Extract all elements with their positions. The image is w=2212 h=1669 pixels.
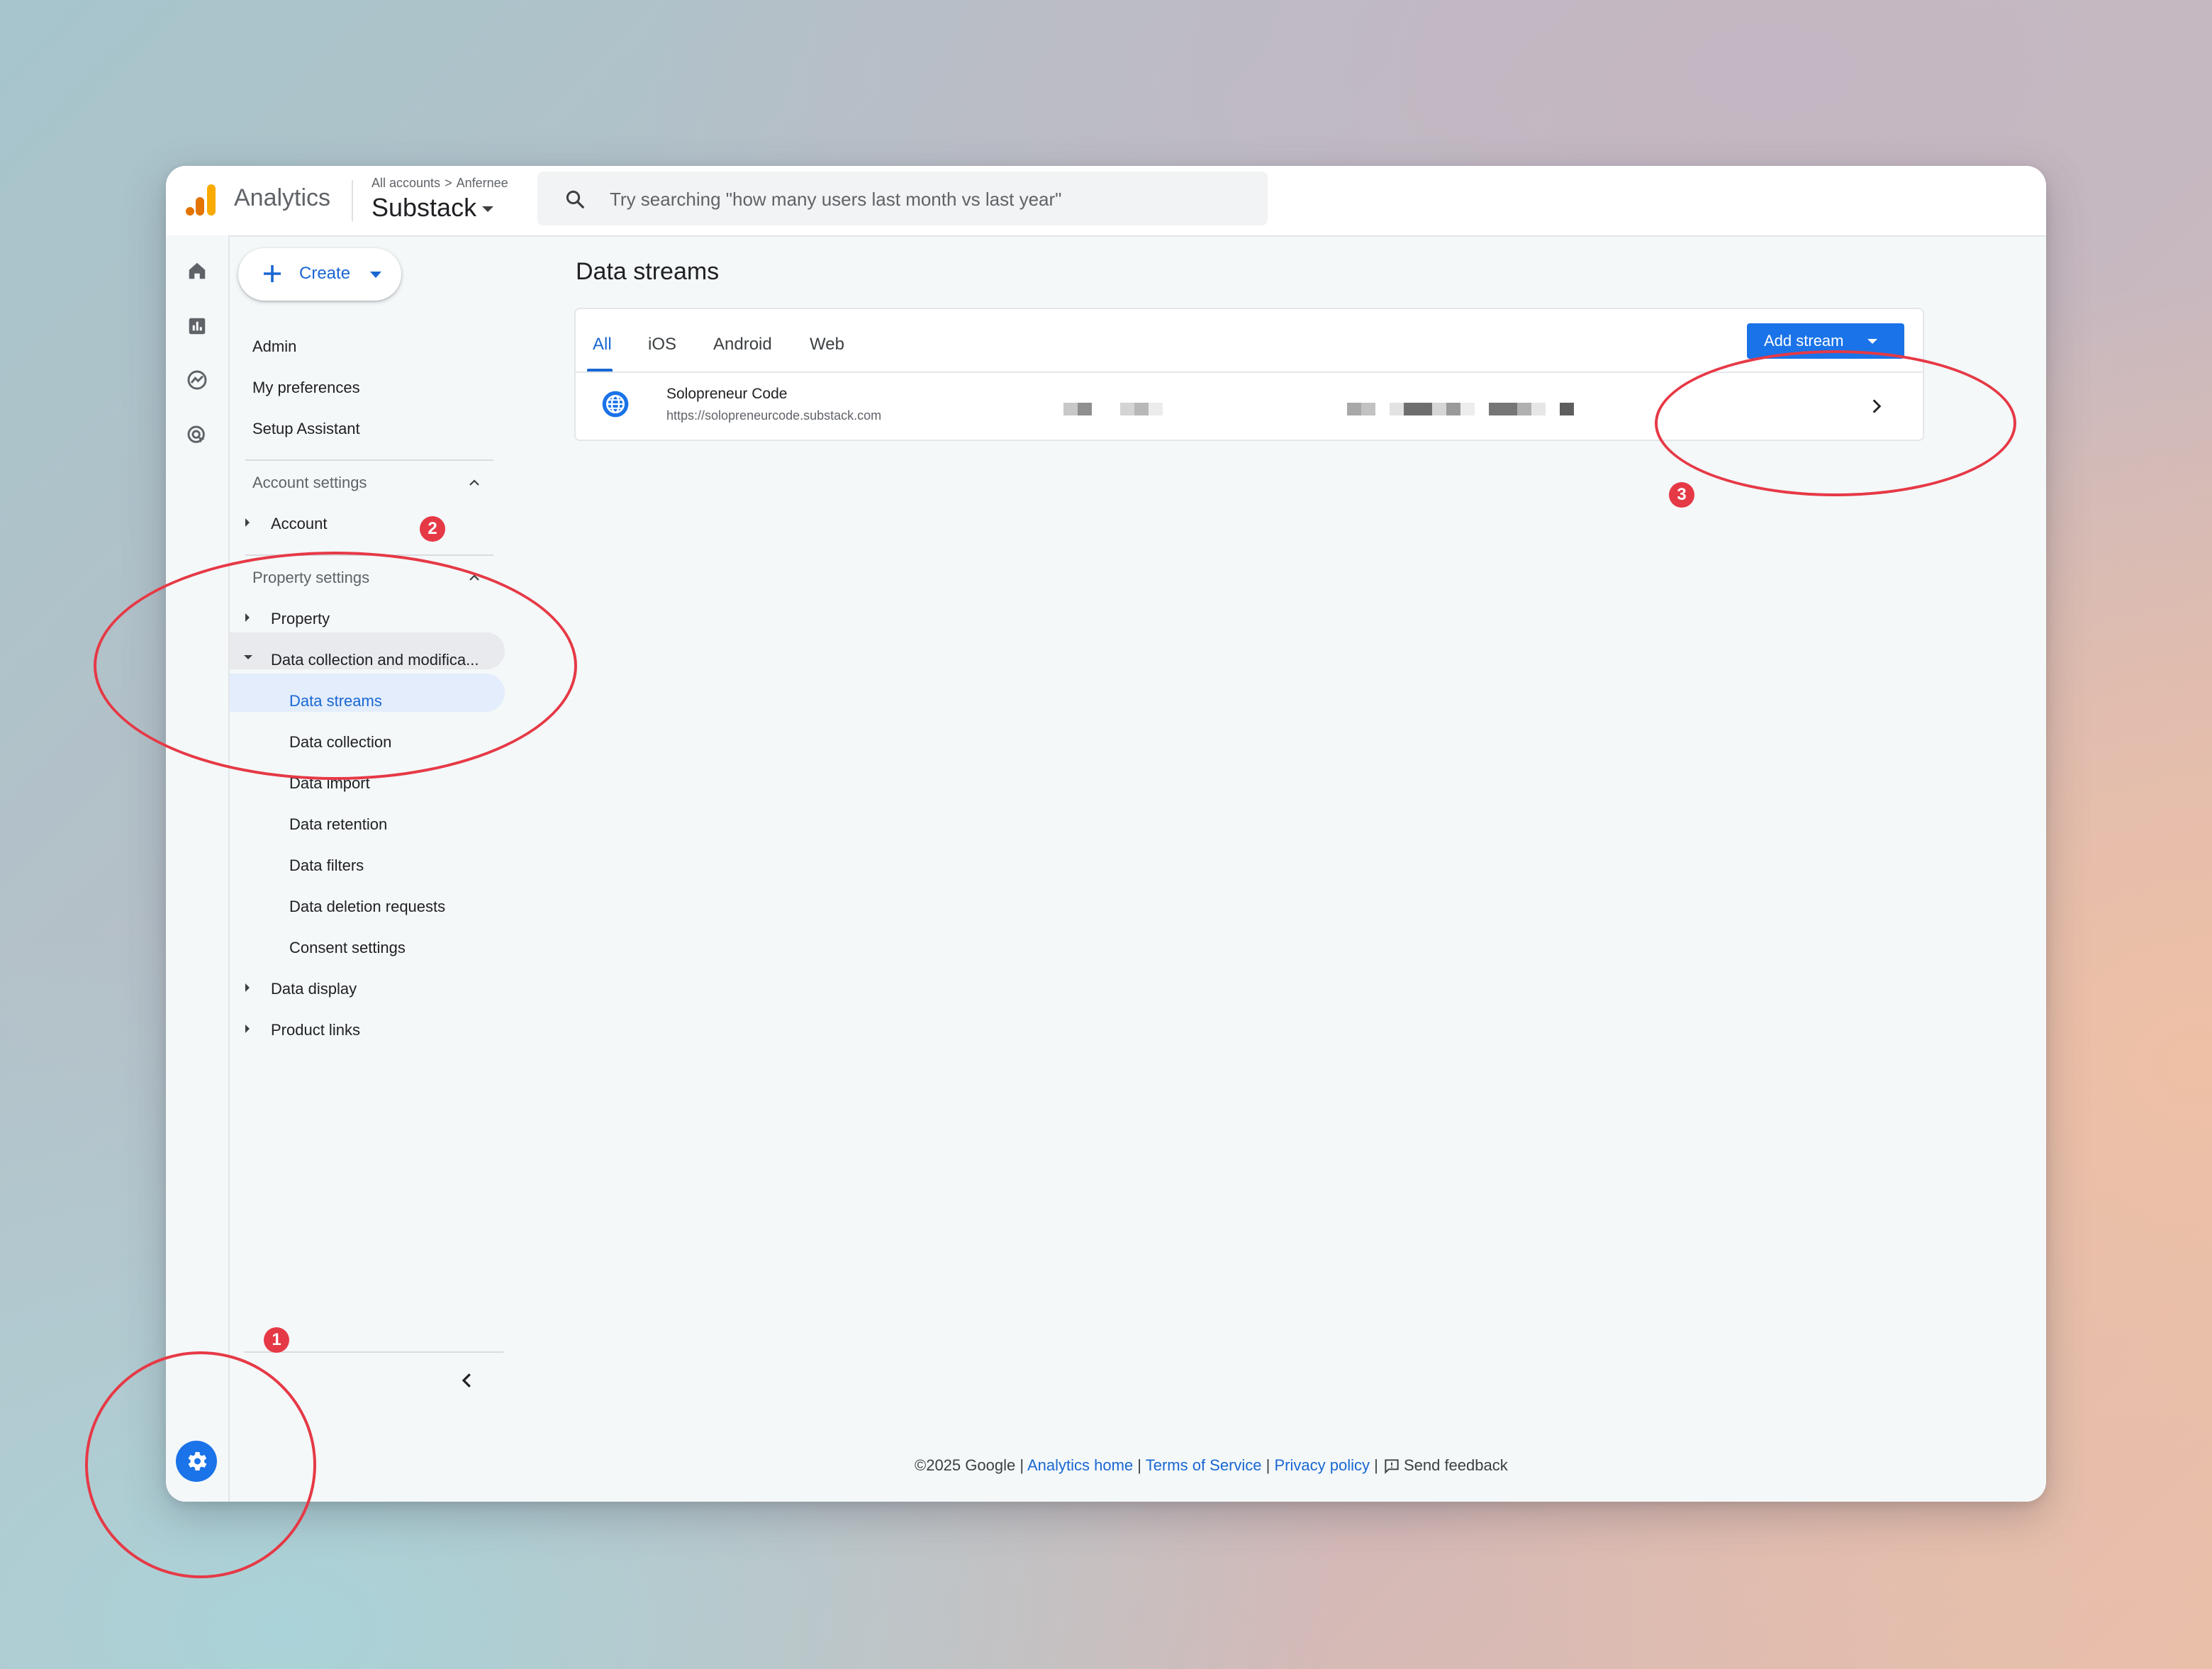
breadcrumb-root[interactable]: All accounts [372, 176, 440, 190]
send-feedback-label: Send feedback [1403, 1456, 1508, 1474]
reports-icon[interactable] [183, 312, 211, 340]
plus-icon [264, 265, 281, 282]
admin-sidebar: Create Admin My preferences Setup Assist… [230, 235, 510, 1502]
sidebar-item-account[interactable]: Account [271, 515, 328, 533]
tab-all[interactable]: All [593, 335, 612, 355]
chevron-up-icon[interactable] [468, 478, 481, 488]
analytics-logo-icon[interactable] [183, 182, 220, 218]
chevron-down-icon [482, 206, 494, 213]
annotation-circle-3 [1655, 350, 2016, 496]
annotation-badge-1: 1 [264, 1327, 289, 1353]
page-title: Data streams [576, 258, 720, 285]
expand-arrow-icon[interactable] [245, 1025, 250, 1033]
breadcrumb[interactable]: All accounts > Anfernee [372, 176, 508, 191]
account-settings-header[interactable]: Account settings [252, 474, 367, 492]
feedback-icon [1385, 1459, 1399, 1475]
tab-ios[interactable]: iOS [648, 335, 676, 355]
annotation-circle-2 [94, 552, 577, 780]
terms-of-service-link[interactable]: Terms of Service [1146, 1456, 1262, 1474]
explore-icon[interactable] [183, 366, 211, 394]
sidebar-item-data-retention[interactable]: Data retention [289, 815, 387, 834]
advertising-icon[interactable] [183, 421, 211, 450]
search-icon [566, 190, 584, 208]
annotation-badge-2: 2 [420, 516, 445, 542]
nav-rail [166, 235, 230, 1502]
sidebar-item-product-links[interactable]: Product links [271, 1021, 360, 1039]
sidebar-item-admin[interactable]: Admin [252, 337, 296, 356]
divider [352, 180, 353, 221]
add-stream-label: Add stream [1764, 332, 1844, 350]
home-icon[interactable] [183, 257, 211, 285]
analytics-home-link[interactable]: Analytics home [1027, 1456, 1133, 1474]
tab-android[interactable]: Android [713, 335, 772, 355]
footer-copyright: ©2025 Google | [915, 1456, 1024, 1474]
annotation-circle-1 [85, 1351, 316, 1578]
expand-arrow-icon[interactable] [245, 983, 250, 992]
property-selector[interactable]: Substack [372, 193, 494, 223]
create-button[interactable]: Create [238, 248, 401, 301]
top-bar: Analytics All accounts > Anfernee Substack [166, 166, 2046, 237]
divider [244, 1351, 503, 1353]
property-name: Substack [372, 193, 477, 222]
sidebar-item-data-display[interactable]: Data display [271, 980, 357, 998]
stream-url: https://solopreneurcode.substack.com [666, 408, 882, 423]
annotation-badge-3: 3 [1669, 482, 1694, 508]
search-input[interactable] [608, 184, 1235, 214]
search-bar[interactable] [537, 172, 1268, 225]
create-label: Create [299, 264, 351, 283]
breadcrumb-account[interactable]: Anfernee [457, 176, 508, 190]
sidebar-item-setup-assistant[interactable]: Setup Assistant [252, 420, 360, 438]
sidebar-item-data-filters[interactable]: Data filters [289, 856, 364, 875]
divider [245, 459, 493, 461]
sidebar-item-consent-settings[interactable]: Consent settings [289, 939, 406, 957]
send-feedback-link[interactable]: Send feedback [1382, 1456, 1508, 1475]
chevron-down-icon [1867, 339, 1877, 344]
footer-separator: | [1374, 1456, 1378, 1474]
footer: ©2025 Google | Analytics home | Terms of… [915, 1456, 1508, 1475]
stream-name[interactable]: Solopreneur Code [666, 386, 787, 403]
globe-icon [602, 391, 629, 418]
footer-separator: | [1137, 1456, 1141, 1474]
chevron-down-icon[interactable] [370, 272, 381, 278]
privacy-policy-link[interactable]: Privacy policy [1275, 1456, 1370, 1474]
breadcrumb-chevron-icon: > [445, 176, 452, 190]
expand-arrow-icon[interactable] [245, 518, 250, 527]
tab-web[interactable]: Web [810, 335, 844, 355]
sidebar-item-data-deletion-requests[interactable]: Data deletion requests [289, 898, 445, 916]
app-name: Analytics [234, 184, 331, 211]
collapse-sidebar-chevron-icon[interactable] [457, 1370, 478, 1391]
footer-separator: | [1266, 1456, 1270, 1474]
sidebar-item-my-preferences[interactable]: My preferences [252, 379, 360, 397]
